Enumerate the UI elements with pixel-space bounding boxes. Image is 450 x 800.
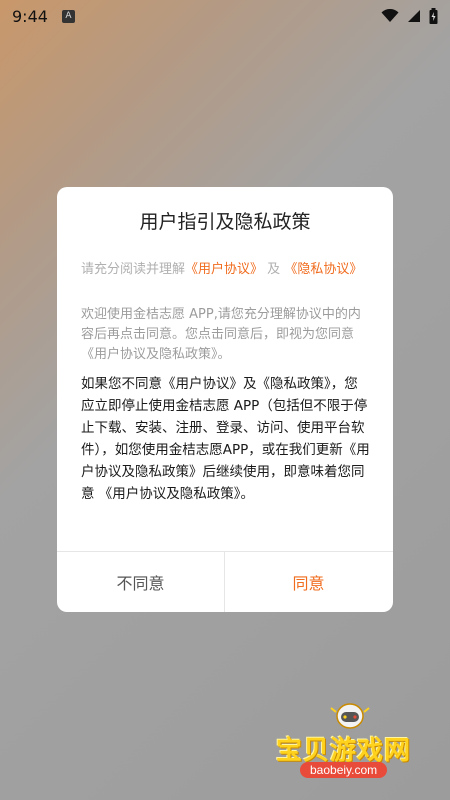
warning-text: 如果您不同意《用户协议》及《隐私政策》，您应立即停止使用金桔志愿 APP（包括但… bbox=[81, 376, 370, 502]
signal-icon bbox=[408, 10, 420, 22]
watermark-url: baobeiy.com bbox=[300, 762, 388, 778]
intro-text: 请充分阅读并理解《用户协议》 及 《隐私协议》 bbox=[81, 260, 371, 280]
intro-mid: 及 bbox=[267, 262, 281, 277]
intro-prefix: 请充分阅读并理解 bbox=[81, 262, 186, 277]
disagree-button[interactable]: 不同意 bbox=[57, 552, 224, 612]
wifi-icon bbox=[381, 9, 399, 22]
status-bar: 9:44 A bbox=[0, 0, 450, 32]
status-icons bbox=[381, 8, 438, 24]
watermark: 宝贝游戏网 baobeiy.com bbox=[270, 700, 440, 790]
welcome-text: 欢迎使用金桔志愿 APP,请您充分理解协议中的内容后再点击同意。您点击同意后，即… bbox=[81, 307, 361, 362]
battery-icon bbox=[429, 8, 438, 24]
dialog-title: 用户指引及隐私政策 bbox=[139, 211, 311, 233]
agree-button[interactable]: 同意 bbox=[225, 552, 392, 612]
gamepad-logo-icon bbox=[330, 703, 370, 729]
privacy-dialog: 用户指引及隐私政策 请充分阅读并理解《用户协议》 及 《隐私协议》 欢迎使用金桔… bbox=[57, 187, 393, 612]
status-time: 9:44 bbox=[12, 6, 48, 26]
privacy-agreement-link[interactable]: 《隐私协议》 bbox=[284, 262, 362, 277]
user-agreement-link[interactable]: 《用户协议》 bbox=[185, 262, 263, 277]
notification-icon: A bbox=[61, 9, 75, 23]
